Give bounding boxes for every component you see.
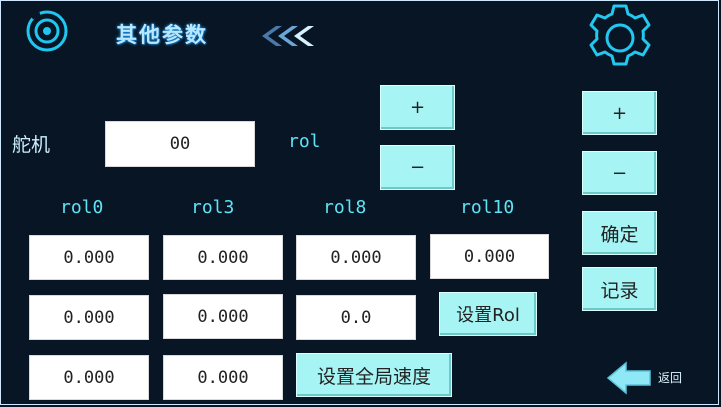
rol0-row1-field[interactable]: 0.000 xyxy=(29,235,149,280)
rol8-row2-field[interactable]: 0.0 xyxy=(296,295,416,340)
rol-minus-button[interactable]: − xyxy=(380,145,455,190)
set-rol-button[interactable]: 设置Rol xyxy=(439,292,537,336)
rol3-row1-field[interactable]: 0.000 xyxy=(163,235,283,280)
back-button[interactable]: 返回 xyxy=(606,360,698,396)
rol10-row1-field[interactable]: 0.000 xyxy=(430,234,549,279)
rol0-row3-field[interactable]: 0.000 xyxy=(29,355,149,400)
rol3-row3-field[interactable]: 0.000 xyxy=(163,355,283,400)
rol-label: rol xyxy=(288,131,321,152)
rol3-row2-field[interactable]: 0.000 xyxy=(163,294,283,339)
rol-plus-button[interactable]: + xyxy=(380,85,455,130)
rol8-row1-field[interactable]: 0.000 xyxy=(296,235,416,280)
column-label-rol3: rol3 xyxy=(191,197,235,218)
servo-label: 舵机 xyxy=(12,134,51,156)
column-label-rol10: rol10 xyxy=(460,197,515,218)
servo-value-field[interactable]: 00 xyxy=(105,121,255,167)
gear-icon[interactable] xyxy=(580,2,660,74)
column-label-rol8: rol8 xyxy=(323,197,367,218)
side-minus-button[interactable]: − xyxy=(582,151,657,195)
confirm-button[interactable]: 确定 xyxy=(582,211,657,255)
set-global-speed-button[interactable]: 设置全局速度 xyxy=(296,353,452,397)
page-title: 其他参数 xyxy=(116,23,208,47)
back-label: 返回 xyxy=(658,371,683,385)
side-plus-button[interactable]: + xyxy=(582,91,657,135)
orbit-icon xyxy=(26,10,68,52)
record-button[interactable]: 记录 xyxy=(582,267,657,311)
column-label-rol0: rol0 xyxy=(60,197,104,218)
triple-chevron-left-icon xyxy=(262,26,314,46)
arrow-left-icon xyxy=(606,361,651,395)
rol0-row2-field[interactable]: 0.000 xyxy=(29,295,149,340)
